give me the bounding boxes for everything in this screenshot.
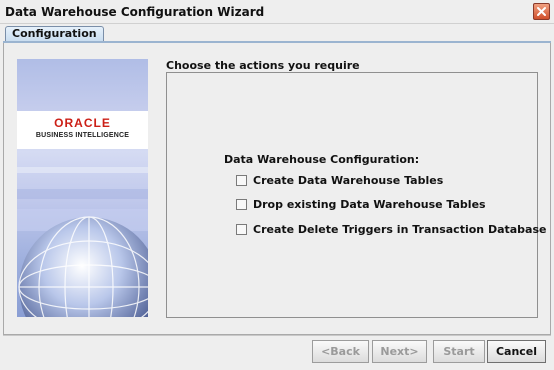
oracle-banner-image: ORACLE BUSINESS INTELLIGENCE bbox=[17, 59, 148, 317]
oracle-logo-wordmark: ORACLE bbox=[54, 116, 111, 130]
window-title: Data Warehouse Configuration Wizard bbox=[5, 5, 265, 19]
option-create-delete-triggers[interactable]: Create Delete Triggers in Transaction Da… bbox=[236, 221, 546, 237]
actions-prompt: Choose the actions you require bbox=[166, 59, 360, 72]
option-label: Create Data Warehouse Tables bbox=[253, 173, 444, 187]
option-drop-tables[interactable]: Drop existing Data Warehouse Tables bbox=[236, 196, 486, 212]
next-button[interactable]: Next> bbox=[372, 340, 427, 363]
start-button[interactable]: Start bbox=[433, 340, 485, 363]
close-button[interactable] bbox=[533, 3, 550, 20]
oracle-logo: ORACLE BUSINESS INTELLIGENCE bbox=[17, 111, 148, 149]
title-bar: Data Warehouse Configuration Wizard bbox=[0, 0, 554, 24]
globe-image bbox=[17, 167, 148, 317]
close-icon bbox=[537, 7, 546, 16]
actions-box bbox=[166, 72, 538, 318]
option-create-tables[interactable]: Create Data Warehouse Tables bbox=[236, 172, 443, 188]
checkbox[interactable] bbox=[236, 174, 247, 186]
option-label: Create Delete Triggers in Transaction Da… bbox=[253, 222, 547, 236]
footer-separator bbox=[3, 335, 551, 336]
checkbox[interactable] bbox=[236, 223, 247, 235]
option-label: Drop existing Data Warehouse Tables bbox=[253, 197, 486, 211]
tab-configuration[interactable]: Configuration bbox=[5, 26, 104, 42]
group-label: Data Warehouse Configuration: bbox=[224, 153, 420, 166]
cancel-button[interactable]: Cancel bbox=[487, 340, 546, 363]
oracle-logo-product: BUSINESS INTELLIGENCE bbox=[35, 132, 130, 139]
tab-strip: Configuration bbox=[0, 24, 554, 42]
checkbox[interactable] bbox=[236, 198, 247, 210]
back-button[interactable]: <Back bbox=[312, 340, 369, 363]
